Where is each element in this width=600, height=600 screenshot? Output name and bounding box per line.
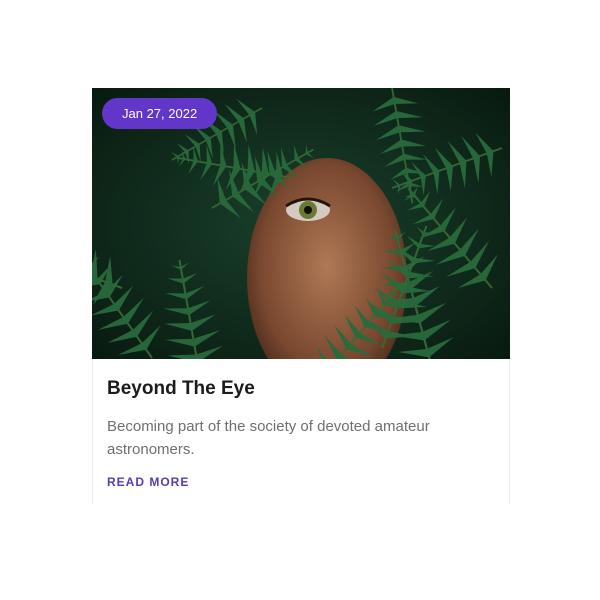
post-image[interactable]: Jan 27, 2022 <box>92 88 510 359</box>
post-body: Beyond The Eye Becoming part of the soci… <box>93 359 509 491</box>
read-more-link[interactable]: READ MORE <box>107 475 189 489</box>
date-badge[interactable]: Jan 27, 2022 <box>102 98 218 129</box>
post-title[interactable]: Beyond The Eye <box>107 377 495 401</box>
post-card: Jan 27, 2022 Beyond The Eye Becoming par… <box>92 88 510 504</box>
post-excerpt: Becoming part of the society of devoted … <box>107 418 430 458</box>
